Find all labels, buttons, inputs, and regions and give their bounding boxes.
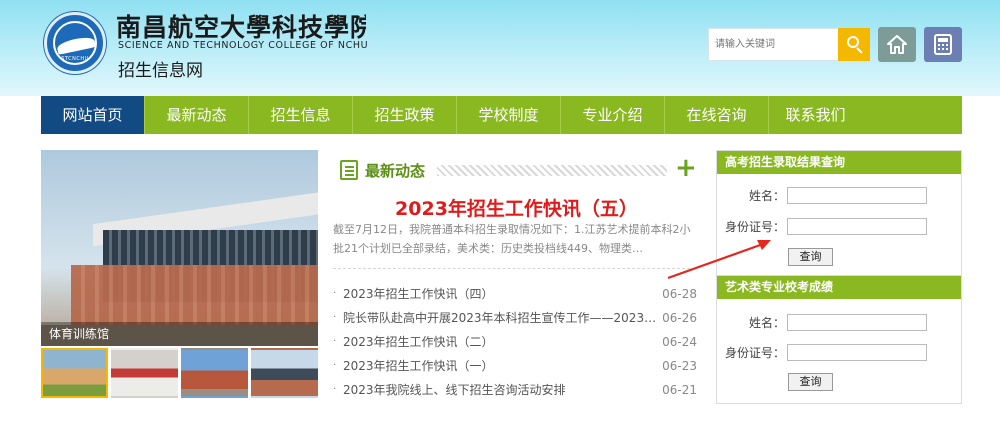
news-header-stripe [437,165,667,176]
news-list-item[interactable]: · 2023年招生工作快讯（二） 06-24 [333,330,700,354]
search-input[interactable] [708,28,838,61]
name-label: 姓名： [748,189,785,203]
news-document-icon [340,160,358,180]
list-bullet: · [333,384,337,395]
admission-query-title: 高考招生录取结果查询 [717,151,961,174]
school-name-cn: 南昌航空大學科技學院 [116,14,366,42]
nav-item-admission-info[interactable]: 招生信息 [249,96,353,134]
news-item-date: 06-28 [662,287,697,301]
news-section-title: 最新动态 [365,162,426,180]
news-header: 最新动态 + [333,155,700,182]
news-list-item[interactable]: · 2023年招生工作快讯（四） 06-28 [333,282,700,306]
school-emblem-logo[interactable]: STCNCHU [44,12,106,74]
news-item-date: 06-26 [662,311,697,325]
admission-name-input[interactable] [787,187,927,204]
red-arrow-annotation [667,240,771,280]
name-label: 姓名： [748,316,785,330]
school-name-en: SCIENCE AND TECHNOLOGY COLLEGE OF NCHU [118,40,369,51]
site-name: 招生信息网 [118,61,203,81]
list-bullet: · [333,312,337,323]
news-list-item[interactable]: · 2023年招生工作快讯（一） 06-23 [333,354,700,378]
admission-id-input[interactable] [787,218,927,235]
slider-caption: 体育训练馆 [41,322,318,346]
calculator-button[interactable] [924,27,962,62]
news-headline[interactable]: 2023年招生工作快讯（五） [333,194,700,221]
image-slider[interactable] [41,150,318,346]
calculator-icon [934,34,952,55]
site-header: STCNCHU 南昌航空大學科技學院 SCIENCE AND TECHNOLOG… [0,0,1000,96]
slider-thumbnail-1[interactable] [41,348,108,398]
news-list: · 2023年招生工作快讯（四） 06-28 · 院长带队赴高中开展2023年本… [333,282,700,402]
nav-item-majors[interactable]: 专业介绍 [561,96,665,134]
nav-item-latest-news[interactable]: 最新动态 [145,96,249,134]
search-button[interactable] [838,28,870,61]
search-icon-handle [856,47,863,54]
news-item-title[interactable]: 2023年招生工作快讯（四） [343,282,661,306]
list-bullet: · [333,336,337,347]
news-divider [333,268,695,269]
nav-item-contact[interactable]: 联系我们 [769,96,862,134]
slider-thumbnail-2[interactable] [111,348,178,398]
home-button[interactable] [878,27,916,62]
main-nav: 网站首页 最新动态 招生信息 招生政策 学校制度 专业介绍 在线咨询 联系我们 [41,96,962,134]
art-exam-name-input[interactable] [787,314,927,331]
id-number-label: 身份证号： [724,346,785,360]
news-item-date: 06-24 [662,335,697,349]
list-bullet: · [333,360,337,371]
nav-item-home[interactable]: 网站首页 [41,96,145,134]
news-item-title[interactable]: 2023年我院线上、线下招生咨询活动安排 [343,378,661,402]
home-icon [887,35,907,54]
list-bullet: · [333,288,337,299]
art-exam-query-button[interactable]: 查询 [788,373,833,391]
admission-query-button[interactable]: 查询 [788,248,833,266]
art-exam-id-input[interactable] [787,344,927,361]
news-list-item[interactable]: · 2023年我院线上、线下招生咨询活动安排 06-21 [333,378,700,402]
id-number-label: 身份证号： [724,220,785,234]
news-summary: 截至7月12日，我院普通本科招生录取情况如下：1.江苏艺术提前本科2小批21个计… [333,223,691,255]
news-item-date: 06-21 [662,383,697,397]
emblem-text: STCNCHU [61,56,89,62]
news-item-title[interactable]: 院长带队赴高中开展2023年本科招生宣传工作——2023年招生工作快讯（三） [343,306,661,330]
news-more-plus-icon[interactable]: + [675,155,697,181]
nav-item-admission-policy[interactable]: 招生政策 [353,96,457,134]
news-list-item[interactable]: · 院长带队赴高中开展2023年本科招生宣传工作——2023年招生工作快讯（三）… [333,306,700,330]
news-section: 最新动态 + 2023年招生工作快讯（五） 截至7月12日，我院普通本科招生录取… [333,150,700,400]
slider-thumbnails [41,348,318,398]
slider-thumbnail-3[interactable] [181,348,248,398]
nav-item-school-rules[interactable]: 学校制度 [457,96,561,134]
art-exam-score-panel: 艺术类专业校考成绩 姓名： 身份证号： 查询 [716,276,962,404]
nav-item-online-consult[interactable]: 在线咨询 [665,96,769,134]
news-item-title[interactable]: 2023年招生工作快讯（二） [343,330,661,354]
news-item-date: 06-23 [662,359,697,373]
slider-thumbnail-4[interactable] [251,348,318,398]
news-item-title[interactable]: 2023年招生工作快讯（一） [343,354,661,378]
